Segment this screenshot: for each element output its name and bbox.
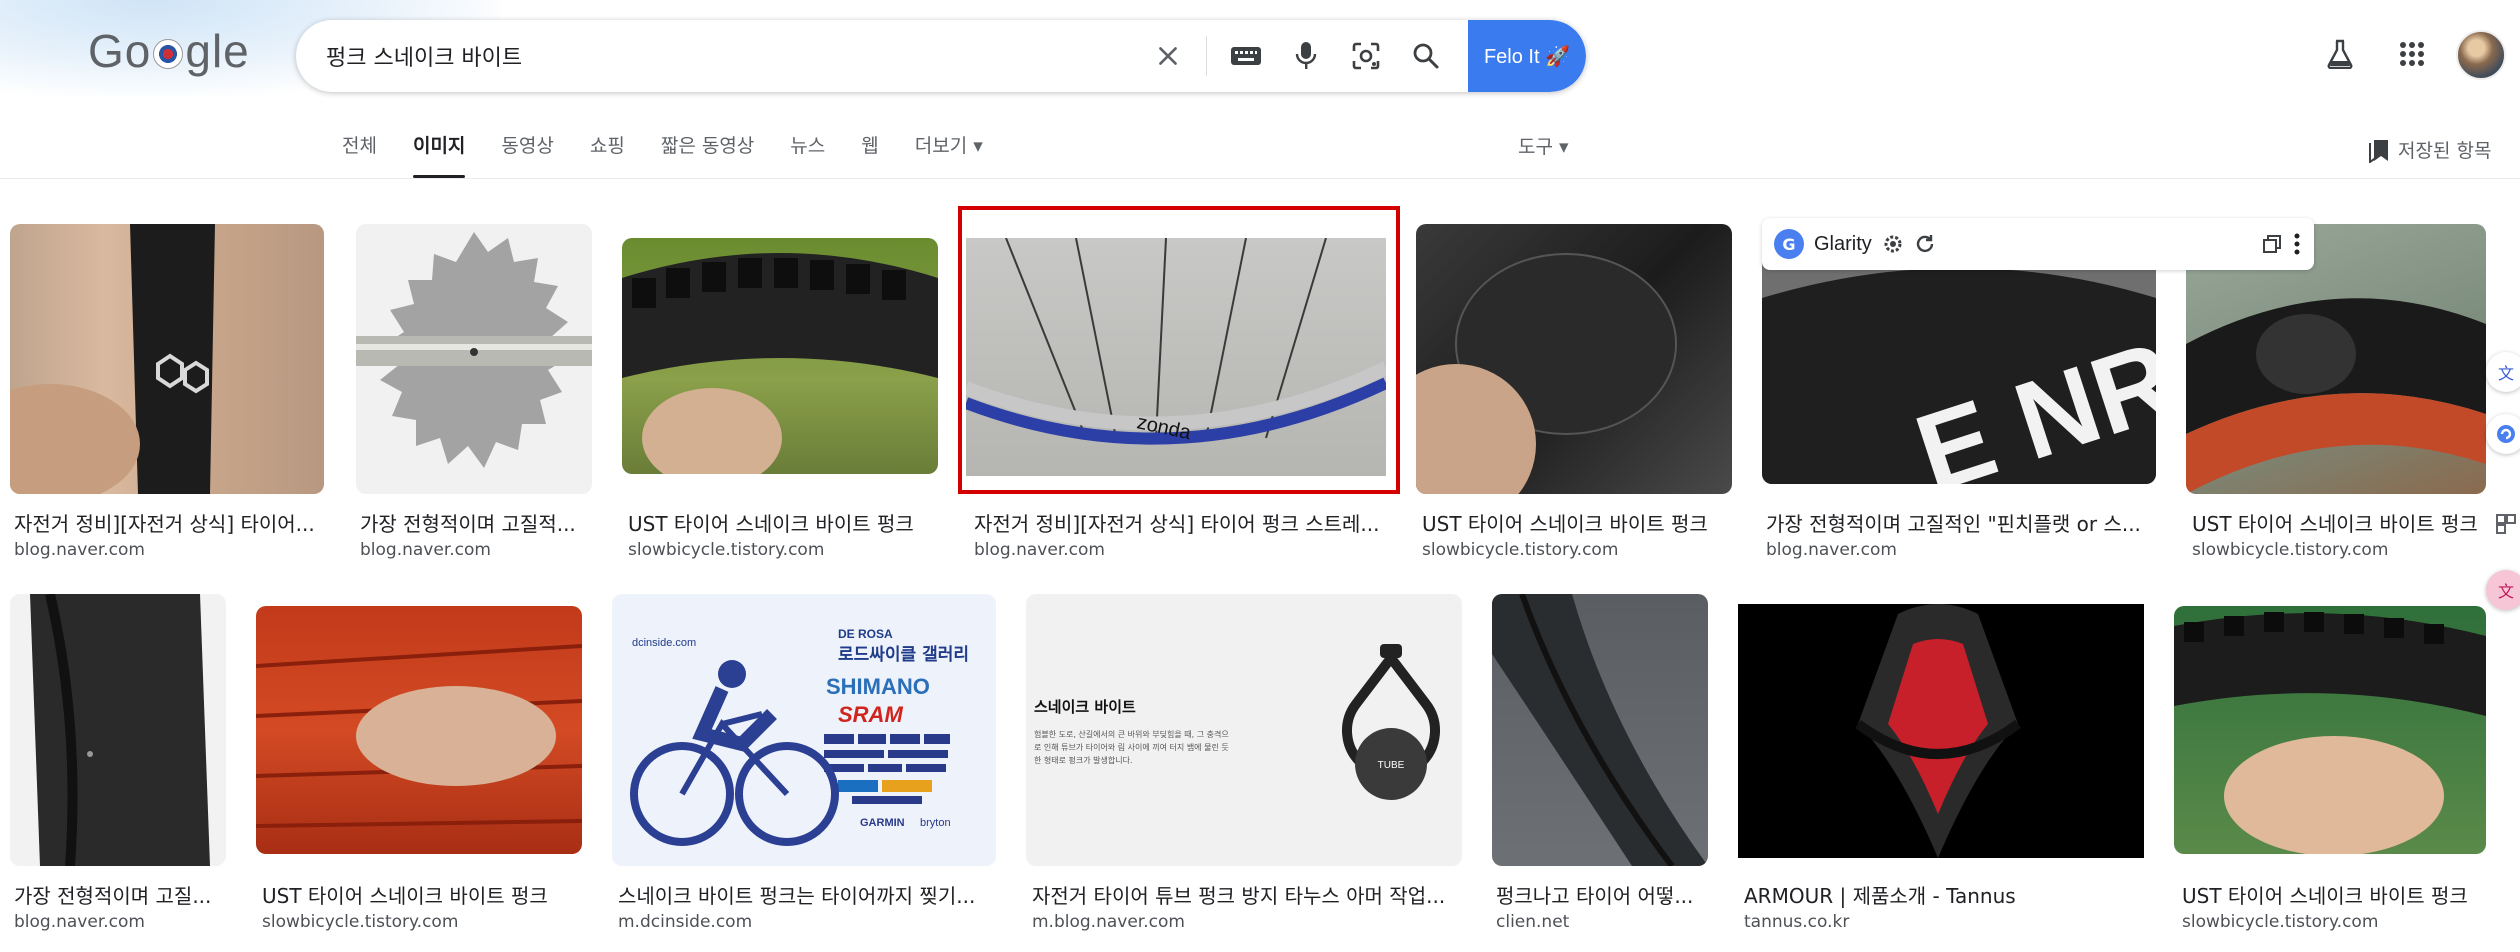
microphone-icon[interactable] [1288,38,1324,74]
result-caption[interactable]: UST 타이어 스네이크 바이트 펑크 [2192,508,2486,537]
result-caption[interactable]: ARMOUR | 제품소개 - Tannus [1744,880,2144,909]
result-image[interactable] [1738,604,2144,858]
result-caption[interactable]: 가장 전형적이며 고질적인 "핀치플랫 or 스... [1766,508,2146,537]
assistant-extension-icon[interactable]: 文 [2486,570,2520,610]
result-source: slowbicycle.tistory.com [628,540,825,560]
tab-short-videos[interactable]: 짧은 동영상 [643,132,772,178]
result-caption[interactable]: 자전거 정비][자전거 상식] 타이어... [14,508,322,537]
korea-flag-icon [153,39,184,69]
tab-all[interactable]: 전체 [324,132,395,178]
shimano-logo-text: SHIMANO [826,674,930,699]
glarity-logo-icon: G [1774,229,1804,259]
garmin-logo-text: GARMIN [860,817,905,829]
result-caption[interactable]: 가장 전형적이며 고질적... [360,508,592,537]
derosa-brand-text: DE ROSA [838,627,893,641]
tab-web[interactable]: 웹 [843,132,896,178]
felo-it-button[interactable]: Felo It 🚀 [1468,20,1586,92]
result-source: blog.naver.com [360,540,491,560]
result-image[interactable] [1416,224,1732,494]
tabs-divider [0,178,2520,179]
result-image[interactable] [356,224,592,494]
gallery-title-text: 로드싸이클 갤러리 [838,645,969,665]
apps-grid-icon[interactable] [2392,34,2432,74]
result-source: clien.net [1496,912,1570,932]
side-panel-icon[interactable] [2486,504,2520,544]
glarity-name: Glarity [1814,232,1872,255]
more-vert-icon[interactable] [2292,232,2302,256]
result-caption[interactable]: UST 타이어 스네이크 바이트 펑크 [628,508,938,537]
result-image[interactable] [256,606,582,854]
result-source: slowbicycle.tistory.com [262,912,459,932]
selected-result-highlight [958,206,1400,494]
tab-shopping[interactable]: 쇼핑 [572,132,643,178]
result-caption[interactable]: 자전거 타이어 튜브 펑크 방지 타누스 아머 작업... [1032,880,1460,909]
translate-extension-icon[interactable]: 文 [2486,352,2520,392]
search-icon[interactable] [1408,38,1444,74]
result-image[interactable]: 스네이크 바이트 험블한 도로, 산길에서의 큰 바위와 부딪힘을 때, 그 충… [1026,594,1462,866]
tab-more[interactable]: 더보기 ▾ [897,132,1001,178]
result-image[interactable] [2174,606,2486,854]
result-image[interactable] [10,594,226,866]
google-logo[interactable]: Go gle [88,24,250,78]
result-source: slowbicycle.tistory.com [2192,540,2389,560]
snakebite-title: 스네이크 바이트 [1034,698,1136,716]
result-source: m.dcinside.com [618,912,753,932]
result-source: m.blog.naver.com [1032,912,1185,932]
result-source: slowbicycle.tistory.com [2182,912,2379,932]
result-caption[interactable]: UST 타이어 스네이크 바이트 펑크 [2182,880,2486,909]
result-caption[interactable]: UST 타이어 스네이크 바이트 펑크 [262,880,582,909]
result-caption[interactable]: 가장 전형적이며 고질... [14,880,226,909]
saved-items-label: 저장된 항목 [2398,140,2492,162]
result-caption[interactable]: 펑크나고 타이어 어떻... [1496,880,1708,909]
lens-camera-icon[interactable] [1348,38,1384,74]
bryton-logo-text: bryton [920,817,951,829]
result-source: blog.naver.com [1766,540,1897,560]
keyboard-icon[interactable] [1228,38,1264,74]
result-source: slowbicycle.tistory.com [1422,540,1619,560]
refresh-icon[interactable] [1914,233,1936,255]
result-image[interactable] [10,224,324,494]
copy-icon[interactable] [2262,234,2282,254]
result-source: blog.naver.com [974,540,1105,560]
result-source: tannus.co.kr [1744,912,1850,932]
search-input[interactable] [326,20,1126,92]
result-caption[interactable]: 스네이크 바이트 펑크는 타이어까지 찢기... [618,880,990,909]
result-image[interactable]: E NR [1762,238,2156,484]
result-source: blog.naver.com [14,540,145,560]
clear-icon[interactable] [1150,38,1186,74]
result-source: blog.naver.com [14,912,145,932]
result-caption[interactable]: UST 타이어 스네이크 바이트 펑크 [1422,508,1732,537]
sram-logo-text: SRAM [838,702,903,727]
saved-items-link[interactable]: 저장된 항목 [2368,136,2491,163]
glarity-toolbar[interactable]: G Glarity [1762,218,2314,270]
search-box[interactable]: Felo It 🚀 [296,20,1586,92]
result-image[interactable]: dcinside.com DE ROSA 로드싸이클 갤러리 SHIMANO S… [612,594,996,866]
tab-images[interactable]: 이미지 [395,132,483,178]
result-caption[interactable]: 자전거 정비][자전거 상식] 타이어 펑크 스트레... [974,508,1384,537]
search-tabs: 전체 이미지 동영상 쇼핑 짧은 동영상 뉴스 웹 더보기 ▾ [324,132,1001,178]
tools-menu[interactable]: 도구 ▾ [1518,132,1569,159]
glarity-side-icon[interactable] [2486,414,2520,454]
tab-videos[interactable]: 동영상 [483,132,571,178]
tab-news[interactable]: 뉴스 [772,132,843,178]
tube-diagram-label: TUBE [1378,760,1405,771]
account-avatar[interactable] [2456,30,2506,80]
snakebite-description: 험블한 도로, 산길에서의 큰 바위와 부딪힘을 때, 그 충격으로 인해 튜브… [1034,730,1229,765]
result-image[interactable] [622,238,938,474]
settings-gear-icon[interactable] [1882,233,1904,255]
result-image[interactable] [1492,594,1708,866]
dcinside-site-text: dcinside.com [632,637,696,649]
labs-flask-icon[interactable] [2320,34,2360,74]
search-divider [1206,36,1207,76]
bookmark-icon [2369,139,2388,163]
